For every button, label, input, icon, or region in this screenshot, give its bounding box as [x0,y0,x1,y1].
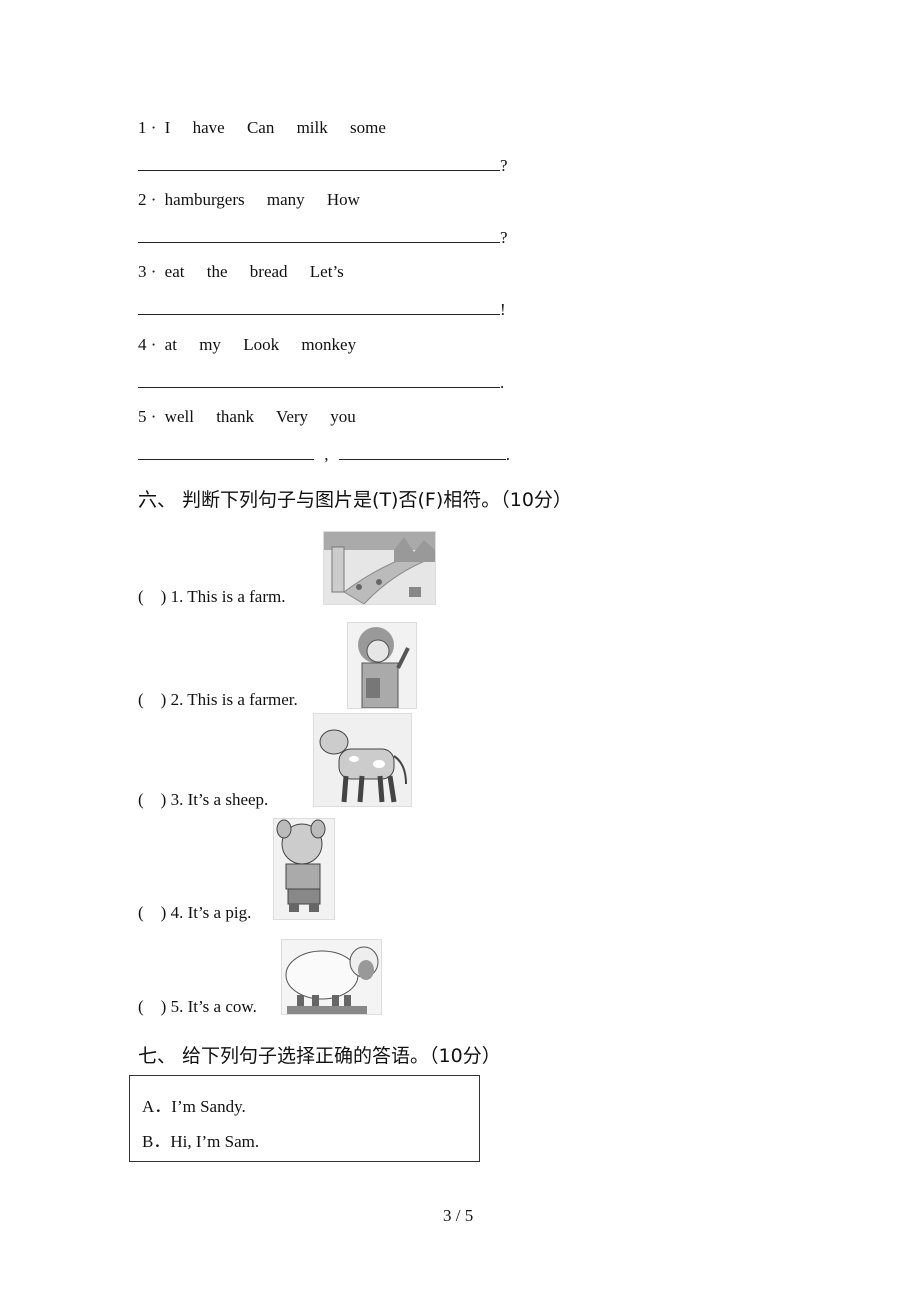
answer-line-2[interactable]: ? [138,228,508,248]
word-prompt-3: 3 · eat the bread Let’s [138,262,362,282]
word: bread [249,262,288,281]
answer-options-box: A．I’m Sandy. B．Hi, I’m Sam. [129,1075,480,1162]
item-number: 5 [138,407,147,426]
option-text: I’m Sandy. [171,1097,246,1116]
word: at [164,335,177,354]
word: Can [246,118,275,137]
word-prompt-1: 1 · I have Can milk some [138,118,404,138]
statement-text: 5. It’s a cow. [170,997,257,1016]
pig-icon [276,819,326,912]
option-label: A． [142,1097,172,1116]
item-separator: · [150,335,157,354]
item-number: 1 [138,118,147,137]
blank-line[interactable] [138,228,500,243]
blank-line[interactable] [138,373,500,388]
word: milk [296,118,328,137]
option-text: Hi, I’m Sam. [170,1132,260,1151]
blank-line[interactable] [138,156,500,171]
word: Look [243,335,280,354]
word: monkey [301,335,357,354]
answer-parentheses[interactable]: ( ) [138,903,166,922]
item-separator: · [150,190,157,209]
answer-parentheses[interactable]: ( ) [138,690,166,709]
answer-line-1[interactable]: ? [138,156,508,176]
cow-icon [319,729,407,803]
comma: , [324,445,329,464]
end-punctuation: ? [500,228,508,247]
section-six-heading: 六、 判断下列句子与图片是(T)否(F)相符。（10分） [138,489,572,511]
answer-parentheses[interactable]: ( ) [138,997,166,1016]
item-number: 3 [138,262,147,281]
word: my [199,335,221,354]
teacher-image [347,622,417,709]
word: the [206,262,228,281]
blank-line[interactable] [138,445,314,460]
word-prompt-4: 4 · at my Look monkey [138,335,374,355]
blank-line[interactable] [338,445,506,460]
item-number: 2 [138,190,147,209]
pig-image [273,818,335,920]
item-separator: · [150,407,157,426]
word: thank [216,407,254,426]
item-separator: · [150,262,157,281]
option-a: A．I’m Sandy. [142,1092,246,1117]
statement-text: 3. It’s a sheep. [170,790,269,809]
word-prompt-5: 5 · well thank Very you [138,407,374,427]
section-seven-heading: 七、 给下列句子选择正确的答语。（10分） [138,1045,501,1067]
blank-line[interactable] [138,300,500,315]
judge-item-3: ( ) 3. It’s a sheep. [138,790,268,810]
judge-item-5: ( ) 5. It’s a cow. [138,997,257,1017]
word: I [164,118,171,137]
option-label: B． [142,1132,171,1151]
statement-text: 2. This is a farmer. [170,690,298,709]
word: well [164,407,194,426]
word: have [192,118,225,137]
word: you [330,407,356,426]
cow-image [313,713,412,807]
item-number: 4 [138,335,147,354]
sheep-icon [285,946,379,1014]
answer-parentheses[interactable]: ( ) [138,790,166,809]
word: many [266,190,305,209]
judge-item-2: ( ) 2. This is a farmer. [138,690,298,710]
answer-line-4[interactable]: . [138,373,504,393]
answer-parentheses[interactable]: ( ) [138,587,166,606]
judge-item-4: ( ) 4. It’s a pig. [138,903,251,923]
item-separator: · [150,118,157,137]
word: Very [275,407,309,426]
judge-item-1: ( ) 1. This is a farm. [138,587,285,607]
option-b: B．Hi, I’m Sam. [142,1127,259,1152]
end-punctuation: ? [500,156,508,175]
statement-text: 1. This is a farm. [170,587,286,606]
word: hamburgers [164,190,245,209]
answer-line-3[interactable]: ! [138,300,506,320]
word: eat [164,262,185,281]
end-punctuation: . [505,445,510,464]
answer-line-5[interactable]: , . [138,445,510,465]
end-punctuation: . [500,373,505,392]
word: some [350,118,386,137]
teacher-icon [358,627,410,709]
word: How [326,190,360,209]
word-prompt-2: 2 · hamburgers many How [138,190,378,210]
word: Let’s [309,262,344,281]
sheep-image [281,939,382,1015]
page-number: 3 / 5 [443,1206,474,1225]
park-scene-icon [324,532,437,605]
statement-text: 4. It’s a pig. [170,903,252,922]
park-scene-image [323,531,437,605]
end-punctuation: ! [500,300,506,319]
